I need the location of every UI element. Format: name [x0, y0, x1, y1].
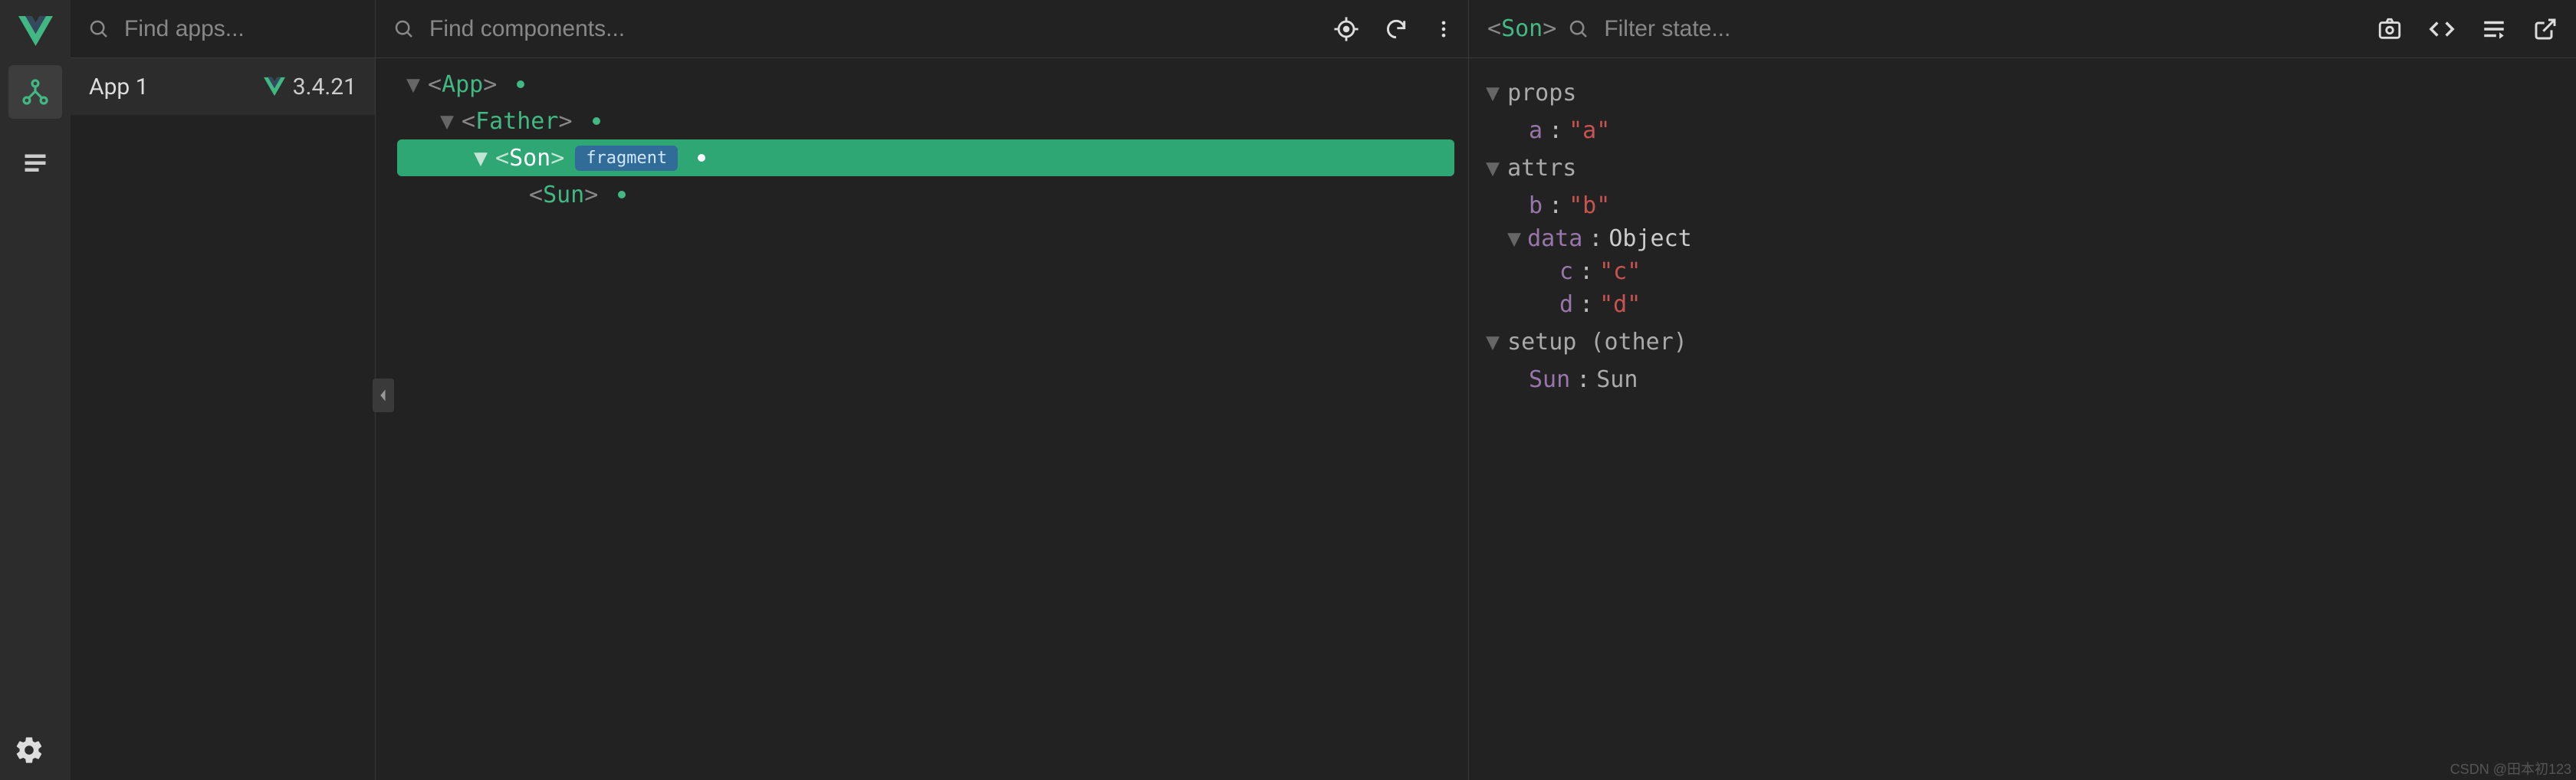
- open-in-editor-button[interactable]: [2533, 17, 2558, 41]
- state-value: "a": [1569, 117, 1610, 144]
- state-key: a: [1529, 117, 1543, 144]
- main-area: App 1 3.4.21: [71, 0, 2576, 780]
- app-version: 3.4.21: [264, 74, 356, 100]
- section-label: attrs: [1507, 155, 1576, 182]
- state-key: c: [1559, 258, 1573, 285]
- chevron-down-icon[interactable]: ▼: [1486, 329, 1500, 356]
- section-props[interactable]: ▼ props: [1469, 72, 2576, 114]
- scroll-to-component-button[interactable]: [2377, 16, 2403, 42]
- inspect-dom-button[interactable]: [2429, 16, 2455, 42]
- components-column: ▼ <App> ▼ <Father> ▼ <Son> fragment <Sun…: [376, 0, 1469, 780]
- components-tree-icon: [21, 77, 50, 107]
- state-key: b: [1529, 192, 1543, 219]
- state-value: "b": [1569, 192, 1610, 219]
- app-list-item[interactable]: App 1 3.4.21: [71, 58, 375, 115]
- target-icon: [1333, 16, 1359, 42]
- section-label: setup (other): [1507, 329, 1687, 356]
- state-row-data[interactable]: ▼ data: Object: [1469, 222, 2576, 255]
- components-tab-button[interactable]: [8, 65, 62, 119]
- more-vertical-icon: [1433, 18, 1454, 40]
- apps-search[interactable]: [71, 16, 420, 42]
- tree-node-father[interactable]: ▼ <Father>: [376, 103, 1468, 139]
- gear-icon: [14, 735, 44, 765]
- state-key: d: [1559, 291, 1573, 318]
- section-setup[interactable]: ▼ setup (other): [1469, 321, 2576, 363]
- code-icon: [2429, 16, 2455, 42]
- chevron-left-icon: [377, 388, 389, 403]
- state-key: data: [1527, 225, 1582, 252]
- select-in-page-button[interactable]: [1333, 16, 1359, 42]
- tree-node-label: Son: [509, 145, 550, 172]
- collapse-handle[interactable]: [373, 379, 394, 412]
- chevron-down-icon[interactable]: ▼: [1507, 225, 1521, 252]
- active-dot-icon: [698, 154, 705, 162]
- refresh-button[interactable]: [1384, 17, 1408, 41]
- vue-logo-icon: [18, 14, 53, 48]
- tree-node-app[interactable]: ▼ <App>: [376, 66, 1468, 103]
- settings-button[interactable]: [14, 735, 44, 771]
- state-row[interactable]: Sun: Sun: [1469, 363, 2576, 396]
- search-icon: [1567, 18, 1590, 41]
- list-filter-icon: [2481, 16, 2507, 42]
- show-render-code-button[interactable]: [2481, 16, 2507, 42]
- state-value: Object: [1608, 225, 1691, 252]
- state-value: "d": [1599, 291, 1641, 318]
- chevron-down-icon[interactable]: ▼: [474, 145, 491, 172]
- state-row[interactable]: a: "a": [1469, 114, 2576, 147]
- state-row[interactable]: b: "b": [1469, 189, 2576, 222]
- timeline-tab-button[interactable]: [8, 136, 62, 189]
- active-dot-icon: [517, 80, 524, 88]
- tree-node-label: App: [442, 71, 483, 98]
- state-header: <Son>: [1469, 0, 2576, 58]
- selected-component-name: <Son>: [1487, 15, 1556, 42]
- tree-node-sun[interactable]: <Sun>: [376, 176, 1468, 213]
- state-body: ▼ props a: "a" ▼ attrs b: "b" ▼ data: Ob…: [1469, 58, 2576, 410]
- components-search-input[interactable]: [429, 16, 1324, 42]
- tree-node-son[interactable]: ▼ <Son> fragment: [397, 139, 1454, 176]
- tree-node-label: Father: [475, 108, 558, 135]
- camera-focus-icon: [2377, 16, 2403, 42]
- state-search[interactable]: [1567, 16, 2366, 42]
- fragment-badge: fragment: [575, 146, 678, 171]
- active-dot-icon: [618, 191, 626, 198]
- state-value: Sun: [1596, 366, 1638, 393]
- vue-small-icon: [264, 76, 285, 97]
- external-link-icon: [2533, 17, 2558, 41]
- search-icon: [87, 18, 110, 41]
- state-value: "c": [1599, 258, 1641, 285]
- state-row[interactable]: c: "c": [1469, 255, 2576, 288]
- state-row[interactable]: d: "d": [1469, 288, 2576, 321]
- section-attrs[interactable]: ▼ attrs: [1469, 147, 2576, 189]
- state-filter-input[interactable]: [1604, 16, 2366, 42]
- components-header: [376, 0, 1468, 58]
- components-search[interactable]: [376, 16, 1324, 42]
- tree-node-label: Sun: [543, 182, 584, 208]
- state-key: Sun: [1529, 366, 1570, 393]
- chevron-down-icon[interactable]: ▼: [406, 71, 423, 98]
- state-column: <Son>: [1469, 0, 2576, 780]
- more-button[interactable]: [1433, 18, 1454, 40]
- refresh-icon: [1384, 17, 1408, 41]
- app-name-label: App 1: [89, 74, 149, 100]
- chevron-down-icon[interactable]: ▼: [1486, 155, 1500, 182]
- search-icon: [393, 18, 416, 41]
- app-version-label: 3.4.21: [293, 74, 356, 100]
- chevron-down-icon[interactable]: ▼: [1486, 80, 1500, 107]
- active-dot-icon: [593, 117, 600, 125]
- apps-column: App 1 3.4.21: [71, 0, 376, 780]
- timeline-icon: [21, 149, 49, 176]
- watermark: CSDN @田本初123: [2450, 759, 2571, 778]
- component-tree: ▼ <App> ▼ <Father> ▼ <Son> fragment <Sun…: [376, 58, 1468, 213]
- left-rail: [0, 0, 71, 780]
- chevron-down-icon[interactable]: ▼: [440, 108, 457, 135]
- apps-header: [71, 0, 375, 58]
- section-label: props: [1507, 80, 1576, 107]
